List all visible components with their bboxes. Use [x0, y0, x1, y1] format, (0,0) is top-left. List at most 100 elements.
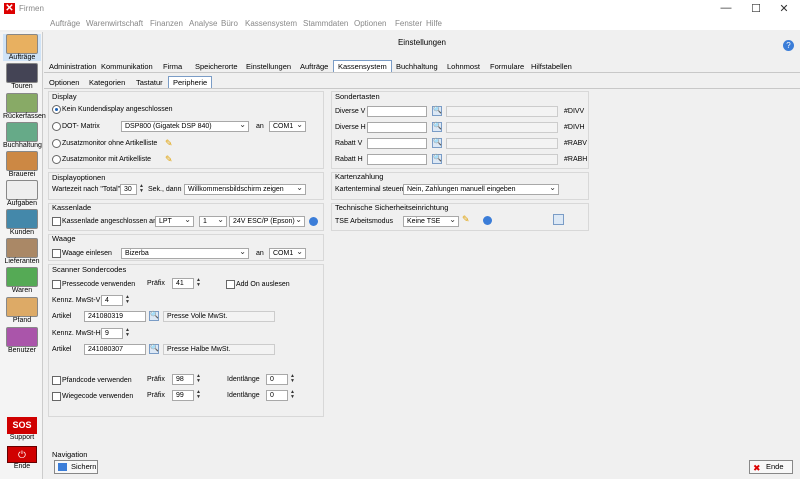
subtab-peripherie[interactable]: Peripherie	[168, 76, 213, 88]
cash-drawer-number-select[interactable]: 1	[199, 216, 227, 227]
pressecode-praefix-input[interactable]: 41	[172, 278, 194, 289]
artikel-v-description: Presse Volle MwSt.	[163, 311, 275, 322]
tse-mode-select[interactable]: Keine TSE	[403, 216, 459, 227]
tab-administration[interactable]: Administration	[44, 60, 102, 72]
praefix-spinner[interactable]: ▲ ▼	[195, 278, 202, 289]
sidebar-item-waren[interactable]: Waren	[3, 267, 41, 294]
wiegecode-checkbox[interactable]	[52, 392, 61, 401]
save-button[interactable]: Sichern	[54, 460, 98, 474]
sidebar-item-aufträge[interactable]: Aufträge	[3, 34, 41, 61]
sidebar-item-label: Kunden	[9, 229, 35, 236]
menu-auftraege[interactable]: Aufträge	[50, 19, 80, 28]
pencil-icon[interactable]: ✎	[462, 214, 470, 225]
tab-einstellungen[interactable]: Einstellungen	[241, 60, 296, 72]
info-icon[interactable]	[483, 216, 492, 225]
menu-analyse[interactable]: Analyse	[189, 19, 217, 28]
special-key-input[interactable]	[367, 106, 427, 117]
sidebar-item-ende[interactable]: ⏻ Ende	[3, 446, 41, 470]
info-icon[interactable]	[309, 217, 318, 226]
end-button[interactable]: ✖ Ende	[749, 460, 793, 474]
sidebar-item-kunden[interactable]: Kunden	[3, 209, 41, 236]
cash-drawer-protocol-select[interactable]: 24V ESC/P (Epson)	[229, 216, 305, 227]
search-icon[interactable]: 🔍	[432, 106, 442, 116]
sidebar-item-support[interactable]: SOS Support	[3, 417, 41, 441]
radio-monitor-without-list[interactable]	[52, 139, 61, 148]
wartezeit-input[interactable]: 30	[120, 184, 137, 195]
special-key-input[interactable]	[367, 122, 427, 133]
menu-buero[interactable]: Büro	[221, 19, 238, 28]
menu-warenwirtschaft[interactable]: Warenwirtschaft	[86, 19, 143, 28]
menu-kassensystem[interactable]: Kassensystem	[245, 19, 297, 28]
search-icon[interactable]: 🔍	[149, 344, 159, 354]
menu-hilfe[interactable]: Hilfe	[426, 19, 442, 28]
cash-drawer-port-select[interactable]: LPT	[155, 216, 194, 227]
pfandcode-checkbox[interactable]	[52, 376, 61, 385]
sidebar-item-touren[interactable]: Touren	[3, 63, 41, 90]
scale-model-select[interactable]: Bizerba	[121, 248, 249, 259]
tab-speicherorte[interactable]: Speicherorte	[190, 60, 243, 72]
display-action-select[interactable]: Willkommensbildschirm zeigen	[184, 184, 306, 195]
pencil-icon[interactable]: ✎	[165, 154, 173, 165]
menu-optionen[interactable]: Optionen	[354, 19, 386, 28]
mwst-v-input[interactable]: 4	[101, 295, 123, 306]
wiegecode-praefix-input[interactable]: 99	[172, 390, 194, 401]
tab-firma[interactable]: Firma	[158, 60, 187, 72]
artikel-v-input[interactable]: 241080319	[84, 311, 146, 322]
wiegecode-ident-input[interactable]: 0	[266, 390, 288, 401]
radio-dot-matrix[interactable]	[52, 122, 61, 131]
pfandcode-praefix-input[interactable]: 98	[172, 374, 194, 385]
help-icon[interactable]: ?	[783, 40, 794, 51]
search-icon[interactable]: 🔍	[432, 154, 442, 164]
tab-kassensystem[interactable]: Kassensystem	[333, 60, 392, 72]
ident-spinner[interactable]: ▲ ▼	[289, 374, 296, 385]
subtab-kategorien[interactable]: Kategorien	[84, 76, 130, 88]
subtab-optionen[interactable]: Optionen	[44, 76, 84, 88]
special-key-input[interactable]	[367, 154, 427, 165]
mwst-h-input[interactable]: 9	[101, 328, 123, 339]
search-icon[interactable]: 🔍	[149, 311, 159, 321]
sidebar-item-benutzer[interactable]: Benutzer	[3, 327, 41, 354]
sidebar-item-aufgaben[interactable]: Aufgaben	[3, 180, 41, 207]
scale-checkbox[interactable]	[52, 249, 61, 258]
display-port-select[interactable]: COM1	[269, 121, 306, 132]
minimize-icon[interactable]: —	[719, 2, 733, 14]
pfandcode-ident-input[interactable]: 0	[266, 374, 288, 385]
sidebar-item-buchhaltung[interactable]: Buchhaltung	[3, 122, 42, 149]
cash-drawer-checkbox[interactable]	[52, 217, 61, 226]
sidebar-item-pfand[interactable]: Pfand	[3, 297, 41, 324]
menu-fenster[interactable]: Fenster	[395, 19, 422, 28]
praefix-spinner[interactable]: ▲ ▼	[195, 390, 202, 401]
tab-formulare[interactable]: Formulare	[485, 60, 529, 72]
search-icon[interactable]: 🔍	[432, 122, 442, 132]
mwst-h-spinner[interactable]: ▲ ▼	[124, 328, 131, 339]
pencil-icon[interactable]: ✎	[165, 138, 173, 149]
maximize-icon[interactable]: ☐	[749, 2, 763, 15]
tab-lohnmost[interactable]: Lohnmost	[442, 60, 485, 72]
praefix-spinner[interactable]: ▲ ▼	[195, 374, 202, 385]
ident-spinner[interactable]: ▲ ▼	[289, 390, 296, 401]
sidebar-item-lieferanten[interactable]: Lieferanten	[3, 238, 41, 265]
addon-checkbox[interactable]	[226, 280, 235, 289]
search-icon[interactable]: 🔍	[432, 138, 442, 148]
radio-monitor-with-list[interactable]	[52, 155, 61, 164]
subtab-tastatur[interactable]: Tastatur	[131, 76, 168, 88]
wartezeit-spinner[interactable]: ▲ ▼	[138, 184, 145, 195]
menu-finanzen[interactable]: Finanzen	[150, 19, 183, 28]
special-key-input[interactable]	[367, 138, 427, 149]
artikel-h-input[interactable]: 241080307	[84, 344, 146, 355]
menu-stammdaten[interactable]: Stammdaten	[303, 19, 348, 28]
mwst-v-spinner[interactable]: ▲ ▼	[124, 295, 131, 306]
sidebar-item-brauerei[interactable]: Brauerei	[3, 151, 41, 178]
card-terminal-select[interactable]: Nein, Zahlungen manuell eingeben	[403, 184, 559, 195]
pressecode-checkbox[interactable]	[52, 280, 61, 289]
tab-aufträge[interactable]: Aufträge	[295, 60, 333, 72]
refresh-icon[interactable]	[553, 214, 564, 225]
close-icon[interactable]: ✕	[777, 2, 791, 15]
scale-port-select[interactable]: COM1	[269, 248, 306, 259]
radio-no-display[interactable]	[52, 105, 61, 114]
tab-kommunikation[interactable]: Kommunikation	[96, 60, 158, 72]
tab-hilfstabellen[interactable]: Hilfstabellen	[526, 60, 577, 72]
tab-buchhaltung[interactable]: Buchhaltung	[391, 60, 443, 72]
display-model-select[interactable]: DSP800 (Gigatek DSP 840)	[121, 121, 249, 132]
sidebar-item-rückerfassen[interactable]: Rückerfassen	[3, 93, 46, 120]
